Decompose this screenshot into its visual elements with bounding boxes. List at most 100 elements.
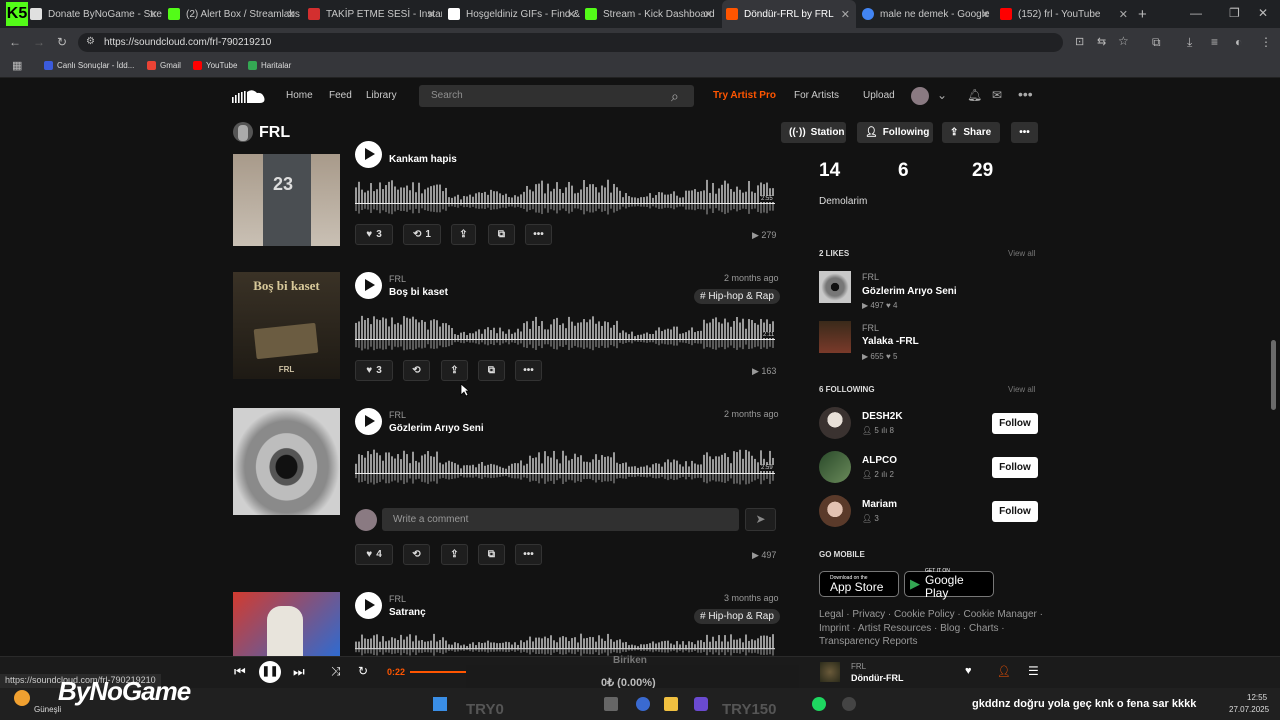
track-title[interactable]: Gözlerim Arıyo Seni bbox=[389, 423, 484, 434]
user-avatar[interactable] bbox=[911, 87, 929, 105]
weather-icon[interactable] bbox=[14, 690, 30, 706]
translate-icon[interactable]: ⇆ bbox=[1097, 35, 1106, 48]
previous-icon[interactable]: ⏮ bbox=[234, 664, 246, 680]
search-icon[interactable]: ⌕ bbox=[671, 88, 679, 105]
following-button[interactable]: 👤︎ Following bbox=[857, 122, 933, 143]
profile-icon[interactable]: ◐ bbox=[1235, 35, 1242, 49]
browser-tab-active[interactable]: Döndür-FRL by FRL ✕ bbox=[722, 0, 856, 28]
nav-library[interactable]: Library bbox=[366, 90, 397, 101]
close-icon[interactable]: ✕ bbox=[981, 8, 990, 21]
track-artist[interactable]: FRL bbox=[389, 410, 406, 420]
close-icon[interactable]: ✕ bbox=[149, 8, 158, 21]
taskbar-app-icon[interactable] bbox=[604, 697, 618, 711]
upload-link[interactable]: Upload bbox=[863, 90, 895, 101]
for-artists-link[interactable]: For Artists bbox=[794, 90, 839, 101]
browser-tab[interactable]: (2) Alert Box / Streamlabs ✕ bbox=[168, 0, 302, 28]
liked-track-title[interactable]: Gözlerim Arıyo Seni bbox=[862, 286, 957, 297]
play-button[interactable] bbox=[355, 272, 382, 299]
track-artwork[interactable]: Boş bi kaset FRL bbox=[233, 272, 340, 379]
comment-input[interactable]: Write a comment bbox=[382, 508, 739, 531]
browser-tab[interactable]: male ne demek - Google ✕ bbox=[862, 0, 996, 28]
user-avatar[interactable] bbox=[819, 495, 851, 527]
play-button[interactable] bbox=[355, 408, 382, 435]
taskbar-app-icon[interactable] bbox=[636, 697, 650, 711]
send-comment-button[interactable]: ➤ bbox=[745, 508, 776, 531]
liked-track-artist[interactable]: FRL bbox=[862, 272, 879, 282]
share-track-button[interactable]: ⇪ bbox=[441, 544, 468, 565]
back-icon[interactable]: ← bbox=[9, 35, 21, 49]
like-button[interactable]: ♥ 4 bbox=[355, 544, 393, 565]
more-track-button[interactable]: ••• bbox=[515, 544, 542, 565]
chevron-down-icon[interactable]: ⌄ bbox=[937, 88, 947, 102]
menu-icon[interactable]: ⋮ bbox=[1260, 35, 1272, 49]
user-avatar[interactable] bbox=[819, 407, 851, 439]
bookmark-item[interactable]: Haritalar bbox=[248, 61, 291, 70]
genre-tag[interactable]: # Hip-hop & Rap bbox=[694, 609, 780, 624]
close-icon[interactable]: ✕ bbox=[1119, 8, 1128, 21]
repeat-icon[interactable]: ↻ bbox=[358, 664, 368, 678]
share-button[interactable]: ⇪ Share bbox=[942, 122, 1000, 143]
close-icon[interactable]: ✕ bbox=[427, 8, 436, 21]
now-playing-title[interactable]: Döndür-FRL bbox=[851, 673, 903, 683]
follow-button[interactable]: Follow bbox=[992, 457, 1038, 478]
windows-start-icon[interactable] bbox=[433, 697, 447, 711]
app-store-badge[interactable]: Download on the App Store bbox=[819, 571, 899, 597]
follow-artist-icon[interactable]: 👤︎ bbox=[997, 665, 1011, 678]
track-artwork[interactable] bbox=[233, 592, 340, 656]
next-icon[interactable]: ⏭ bbox=[293, 664, 305, 680]
track-waveform[interactable] bbox=[355, 630, 775, 656]
play-button[interactable] bbox=[355, 592, 382, 619]
like-button[interactable]: ♥ 3 bbox=[355, 360, 393, 381]
maximize-icon[interactable]: ❐ bbox=[1229, 6, 1240, 20]
repost-button[interactable]: ⟲ 1 bbox=[403, 224, 441, 245]
follow-button[interactable]: Follow bbox=[992, 501, 1038, 522]
try-artist-pro-link[interactable]: Try Artist Pro bbox=[713, 90, 776, 101]
search-input[interactable]: Search bbox=[419, 85, 694, 107]
nav-feed[interactable]: Feed bbox=[329, 90, 352, 101]
minimize-icon[interactable]: — bbox=[1190, 6, 1202, 20]
queue-icon[interactable]: ☰ bbox=[1028, 664, 1039, 678]
heart-icon[interactable]: ♥ bbox=[965, 665, 972, 677]
copy-link-button[interactable]: ⧉ bbox=[478, 544, 505, 565]
footer-links[interactable]: Legal · Privacy · Cookie Policy · Cookie… bbox=[819, 608, 1044, 649]
share-track-button[interactable]: ⇪ bbox=[441, 360, 468, 381]
track-title[interactable]: Satranç bbox=[389, 607, 426, 618]
forward-icon[interactable]: → bbox=[33, 35, 45, 49]
repost-button[interactable]: ⟲ bbox=[403, 360, 430, 381]
track-waveform[interactable] bbox=[355, 445, 775, 485]
bell-icon[interactable]: 🔔︎ bbox=[967, 88, 982, 102]
tracks-count[interactable]: 29 bbox=[972, 160, 993, 182]
media-icon[interactable]: ≡ bbox=[1211, 35, 1218, 49]
play-button[interactable] bbox=[355, 141, 382, 168]
bookmark-item[interactable]: YouTube bbox=[193, 61, 237, 70]
more-track-button[interactable]: ••• bbox=[515, 360, 542, 381]
following-user-name[interactable]: DESH2K bbox=[862, 411, 903, 422]
liked-track-artwork[interactable] bbox=[819, 321, 851, 353]
track-artwork[interactable] bbox=[233, 408, 340, 515]
site-info-icon[interactable]: ⚙ bbox=[86, 36, 95, 47]
track-title[interactable]: Kankam hapis bbox=[389, 154, 457, 165]
station-button[interactable]: ((·)) Station bbox=[781, 122, 846, 143]
download-icon[interactable]: ⤓ bbox=[1187, 35, 1192, 50]
progress-bar[interactable] bbox=[410, 671, 469, 673]
track-title[interactable]: Boş bi kaset bbox=[389, 287, 448, 298]
nav-home[interactable]: Home bbox=[286, 90, 313, 101]
close-icon[interactable]: ✕ bbox=[567, 8, 576, 21]
playlist-link[interactable]: Demolarim bbox=[819, 196, 867, 207]
url-field[interactable]: https://soundcloud.com/frl-790219210 bbox=[78, 33, 1063, 52]
browser-tab[interactable]: Hoşgeldiniz GIFs - Find & ✕ bbox=[448, 0, 582, 28]
taskbar-app-icon[interactable] bbox=[664, 697, 678, 711]
more-track-button[interactable]: ••• bbox=[525, 224, 552, 245]
liked-track-artwork[interactable] bbox=[819, 271, 851, 303]
browser-tab[interactable]: Donate ByNoGame - Stre ✕ bbox=[30, 0, 164, 28]
bookmark-item[interactable]: Canlı Sonuçlar - İdd... bbox=[44, 61, 134, 70]
taskbar-app-icon[interactable] bbox=[694, 697, 708, 711]
follow-button[interactable]: Follow bbox=[992, 413, 1038, 434]
browser-tab[interactable]: (152) frl - YouTube ✕ bbox=[1000, 0, 1134, 28]
close-window-icon[interactable]: ✕ bbox=[1258, 6, 1268, 20]
copy-link-button[interactable]: ⧉ bbox=[478, 360, 505, 381]
now-playing-artist[interactable]: FRL bbox=[851, 662, 866, 671]
spotify-icon[interactable] bbox=[812, 697, 826, 711]
apps-grid-icon[interactable]: ▦ bbox=[12, 59, 22, 72]
bookmark-item[interactable]: Gmail bbox=[147, 61, 181, 70]
